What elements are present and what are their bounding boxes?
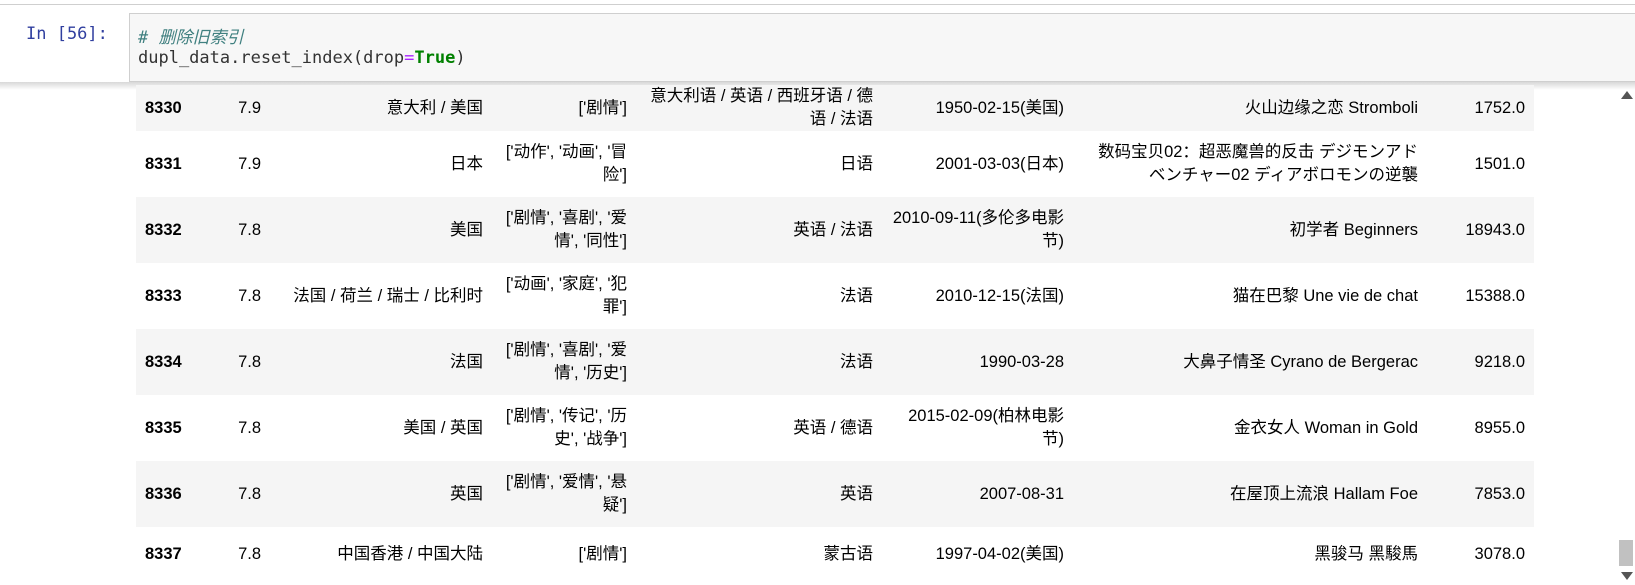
cell-region: 英国 [450, 484, 483, 503]
cell-index: 8330 [145, 98, 182, 117]
cell-votes: 3078.0 [1474, 545, 1525, 563]
cell-release: 2015-02-09(柏林电影节) [908, 407, 1064, 448]
cell-index: 8336 [145, 484, 182, 503]
cell-rating: 7.8 [238, 418, 261, 437]
cell-region: 法国 [450, 352, 483, 371]
cell-title: 猫在巴黎 Une vie de chat [1232, 286, 1418, 305]
cell-votes: 7853.0 [1474, 484, 1525, 503]
notebook-top-border [0, 4, 1635, 5]
cell-region: 美国 / 英国 [403, 418, 483, 437]
cell-language: 意大利语 / 英语 / 西班牙语 / 德语 / 法语 [650, 87, 873, 128]
table-row: 8336 7.8 英国 ['剧情', '爱情', '悬疑'] 英语 2007-08-31 在… [136, 461, 1534, 527]
cell-release: 1990-03-28 [979, 352, 1064, 371]
cell-title: 黑骏马 黑駿馬 [1314, 545, 1418, 563]
cell-rating: 7.8 [238, 352, 261, 371]
cell-title: 金衣女人 Woman in Gold [1234, 418, 1418, 437]
cell-rating: 7.8 [238, 545, 261, 563]
table-row: 8335 7.8 美国 / 英国 ['剧情', '传记', '历史', '战争'] 英语… [136, 395, 1534, 461]
scroll-up-arrow-icon[interactable] [1621, 91, 1633, 99]
cell-index: 8333 [145, 286, 182, 305]
cell-title: 火山边缘之恋 Stromboli [1244, 98, 1418, 117]
vertical-scrollbar[interactable] [1618, 88, 1634, 583]
table-row: 8330 7.9 意大利 / 美国 ['剧情'] 意大利语 / 英语 / 西班牙语 / … [136, 85, 1534, 131]
cell-language: 法语 [840, 286, 873, 305]
cell-region: 法国 / 荷兰 / 瑞士 / 比利时 [293, 286, 483, 305]
code-keyword: True [414, 48, 456, 68]
cell-index: 8331 [145, 154, 182, 173]
cell-release: 2010-12-15(法国) [935, 286, 1064, 305]
cell-prompt: In [56]: [26, 24, 108, 44]
cell-genres: ['剧情'] [578, 545, 627, 563]
cell-genres: ['动画', '家庭', '犯罪'] [505, 275, 627, 316]
cell-genres: ['动作', '动画', '冒险'] [505, 143, 627, 184]
cell-genres: ['剧情', '喜剧', '爱情', '历史'] [505, 341, 627, 382]
cell-language: 英语 / 法语 [793, 220, 873, 239]
cell-title: 初学者 Beginners [1289, 220, 1418, 239]
table-row: 8334 7.8 法国 ['剧情', '喜剧', '爱情', '历史'] 法语 1990-… [136, 329, 1534, 395]
cell-title: 在屋顶上流浪 Hallam Foe [1230, 484, 1418, 503]
cell-language: 英语 [840, 484, 873, 503]
table-body: 8330 7.9 意大利 / 美国 ['剧情'] 意大利语 / 英语 / 西班牙语 / … [136, 85, 1534, 582]
scroll-down-arrow-icon[interactable] [1621, 572, 1633, 580]
dataframe-table: 8330 7.9 意大利 / 美国 ['剧情'] 意大利语 / 英语 / 西班牙语 / … [136, 85, 1534, 582]
cell-language: 蒙古语 [823, 545, 874, 563]
cell-rating: 7.9 [238, 98, 261, 117]
cell-votes: 9218.0 [1474, 352, 1525, 371]
cell-votes: 8955.0 [1474, 418, 1525, 437]
cell-rating: 7.8 [238, 220, 261, 239]
cell-index: 8332 [145, 220, 182, 239]
cell-region: 美国 [450, 220, 483, 239]
table-row: 8332 7.8 美国 ['剧情', '喜剧', '爱情', '同性'] 英语 / 法语… [136, 197, 1534, 263]
cell-title: 大鼻子情圣 Cyrano de Bergerac [1183, 352, 1418, 371]
table-row: 8337 7.8 中国香港 / 中国大陆 ['剧情'] 蒙古语 1997-04-02(美国… [136, 527, 1534, 582]
code-suffix: ) [455, 48, 466, 68]
cell-release: 2010-09-11(多伦多电影节) [892, 209, 1064, 250]
output-area[interactable]: 8330 7.9 意大利 / 美国 ['剧情'] 意大利语 / 英语 / 西班牙语 / … [136, 85, 1590, 585]
cell-genres: ['剧情', '喜剧', '爱情', '同性'] [505, 209, 627, 250]
code-operator: = [404, 48, 415, 68]
cell-rating: 7.9 [238, 154, 261, 173]
cell-region: 中国香港 / 中国大陆 [337, 545, 483, 563]
cell-release: 2001-03-03(日本) [935, 154, 1064, 173]
cell-genres: ['剧情'] [578, 98, 627, 117]
code-line: dupl_data.reset_index(drop=True) [138, 48, 466, 68]
code-prefix: dupl_data.reset_index(drop [138, 48, 405, 68]
cell-language: 日语 [840, 154, 873, 173]
cell-rating: 7.8 [238, 484, 261, 503]
cell-release: 1997-04-02(美国) [935, 545, 1064, 563]
scrollbar-thumb[interactable] [1619, 540, 1633, 566]
table-row: 8333 7.8 法国 / 荷兰 / 瑞士 / 比利时 ['动画', '家庭', '犯… [136, 263, 1534, 329]
cell-rating: 7.8 [238, 286, 261, 305]
cell-release: 2007-08-31 [979, 484, 1064, 503]
cell-votes: 1501.0 [1474, 154, 1525, 173]
cell-title: 数码宝贝02：超恶魔兽的反击 デジモンアドベンチャー02 ディアボロモンの逆襲 [1098, 143, 1418, 184]
cell-region: 意大利 / 美国 [386, 98, 483, 117]
table-row: 8331 7.9 日本 ['动作', '动画', '冒险'] 日语 2001-03-03(… [136, 131, 1534, 197]
cell-release: 1950-02-15(美国) [935, 98, 1064, 117]
cell-language: 法语 [840, 352, 873, 371]
cell-language: 英语 / 德语 [793, 418, 873, 437]
cell-index: 8334 [145, 352, 182, 371]
code-cell[interactable]: # 删除旧索引 dupl_data.reset_index(drop=True) [129, 13, 1635, 82]
cell-votes: 15388.0 [1465, 286, 1525, 305]
cell-index: 8335 [145, 418, 182, 437]
cell-genres: ['剧情', '爱情', '悬疑'] [505, 473, 627, 514]
code-comment: # 删除旧索引 [138, 28, 244, 48]
cell-region: 日本 [450, 154, 483, 173]
cell-votes: 18943.0 [1465, 220, 1525, 239]
cell-genres: ['剧情', '传记', '历史', '战争'] [505, 407, 627, 448]
cell-index: 8337 [145, 545, 182, 563]
cell-votes: 1752.0 [1474, 98, 1525, 117]
